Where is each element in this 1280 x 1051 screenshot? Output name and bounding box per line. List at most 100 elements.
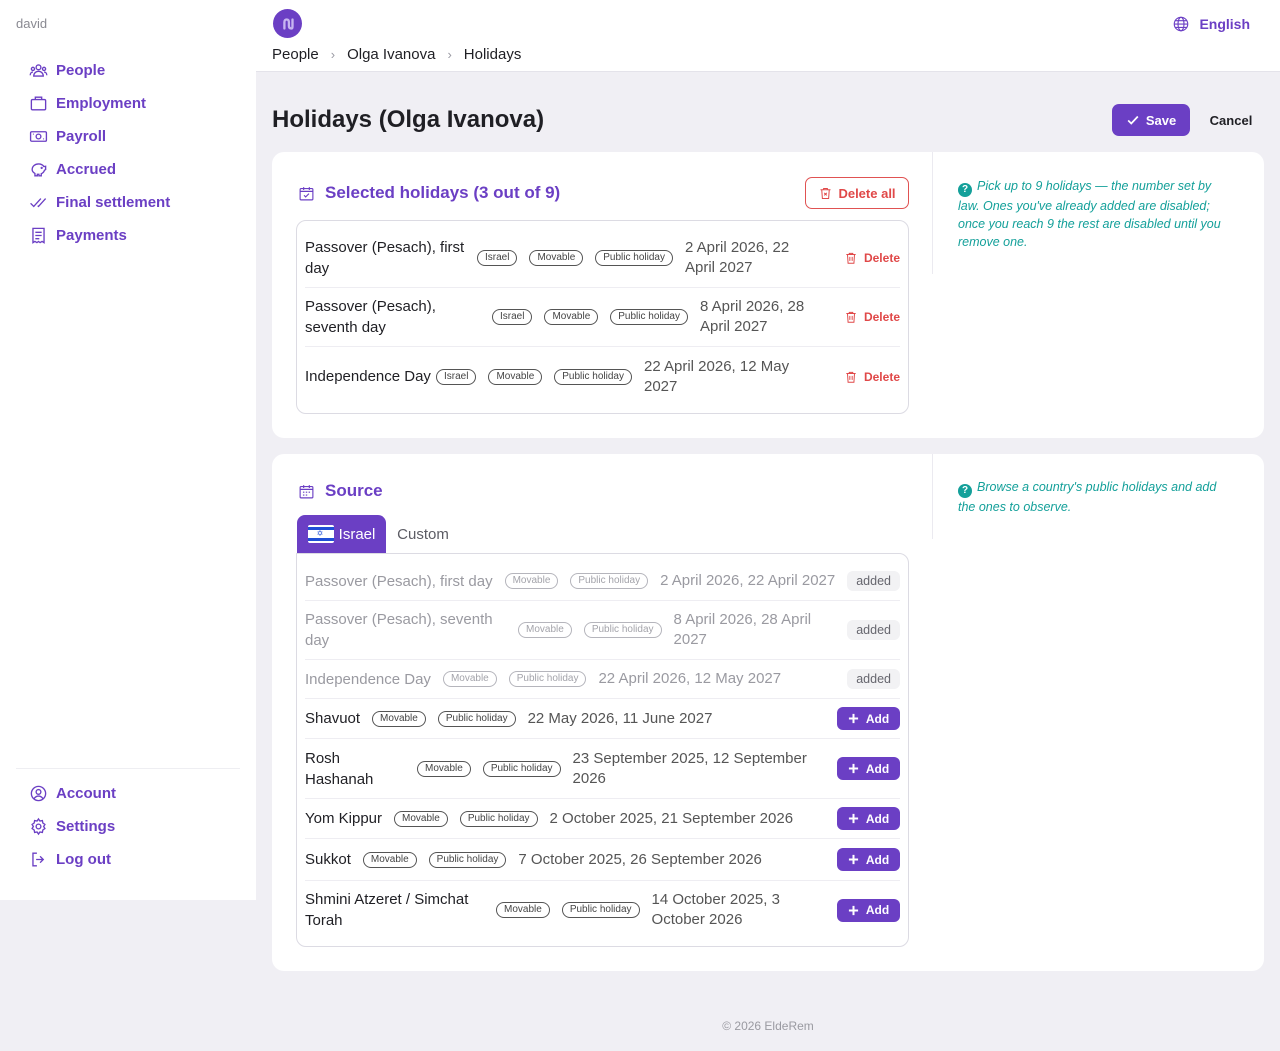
selected-holidays-card: Selected holidays (3 out of 9) Delete al… [272, 152, 1264, 438]
holiday-name: Passover (Pesach), seventh day [305, 611, 493, 649]
holiday-name: Independence Day [305, 670, 431, 688]
holiday-dates: 14 October 2025, 3 October 2026 [651, 891, 780, 928]
trash-icon [846, 252, 856, 264]
add-holiday-button[interactable]: Add [837, 807, 900, 830]
source-tabs: ✡ Israel Custom [297, 515, 460, 553]
selected-hint: ? Pick up to 9 holidays — the number set … [958, 177, 1236, 251]
plus-icon [848, 854, 858, 865]
delete-all-label: Delete all [838, 185, 896, 201]
row-actions: Add [837, 807, 900, 830]
nav-item-accrued[interactable]: Accrued [28, 153, 170, 186]
nav-label: Employment [56, 95, 147, 112]
nav-item-people[interactable]: People [28, 54, 170, 87]
add-holiday-button[interactable]: Add [837, 757, 900, 780]
user-name: david [16, 16, 48, 31]
breadcrumb-person[interactable]: Olga Ivanova [347, 46, 435, 63]
row-actions: Add [837, 757, 900, 780]
receipt-icon [28, 226, 48, 246]
row-actions: Add [837, 707, 900, 730]
source-holiday-row: Passover (Pesach), first day Movable Pub… [305, 562, 900, 601]
double-check-icon [28, 193, 48, 213]
tag-type: Movable [372, 710, 426, 727]
nav-item-payments[interactable]: Payments [28, 219, 170, 252]
holiday-dates: 8 April 2026, 28 April 2027 [673, 611, 812, 648]
holiday-dates: 23 September 2025, 12 September 2026 [572, 749, 807, 787]
tab-label: Israel [338, 525, 376, 543]
nav-label: Log out [56, 851, 111, 868]
holiday-name: Independence Day [305, 368, 431, 385]
plus-icon [848, 713, 858, 724]
cancel-button[interactable]: Cancel [1198, 104, 1264, 136]
row-actions: added [847, 620, 900, 640]
save-label: Save [1145, 112, 1177, 128]
holiday-dates: 22 April 2026, 12 May 2027 [643, 357, 790, 395]
delete-all-button[interactable]: Delete all [805, 177, 909, 209]
source-holiday-row: Shmini Atzeret / Simchat Torah Movable P… [305, 881, 900, 939]
tag-type: Movable [529, 250, 584, 266]
tab-israel[interactable]: ✡ Israel [297, 515, 386, 553]
source-holiday-row: Rosh Hashanah Movable Public holiday 23 … [305, 739, 900, 799]
nav-label: Account [56, 785, 116, 802]
holiday-tags: Movable Public holiday [504, 573, 661, 589]
nav-item-account[interactable]: Account [28, 777, 116, 810]
row-actions: Delete [844, 370, 900, 384]
add-holiday-button[interactable]: Add [837, 848, 900, 871]
add-holiday-button[interactable]: Add [837, 707, 900, 730]
add-label: Add [865, 903, 890, 917]
source-holiday-row: Shavuot Movable Public holiday 22 May 20… [305, 699, 900, 739]
tag-type: Movable [442, 671, 497, 687]
nav-item-settings[interactable]: Settings [28, 810, 116, 843]
source-holiday-row: Sukkot Movable Public holiday 7 October … [305, 839, 900, 881]
tag-category: Public holiday [482, 760, 561, 777]
sidebar: david People Employment Payroll Accrued … [0, 0, 256, 900]
selected-holiday-row: Passover (Pesach), seventh day Israel Mo… [305, 288, 900, 347]
tag-category: Public holiday [595, 250, 673, 266]
nav-item-final-settlement[interactable]: Final settlement [28, 186, 170, 219]
delete-label: Delete [863, 310, 900, 324]
selected-holidays-list: Passover (Pesach), first day Israel Mova… [296, 220, 909, 414]
chevron-right-icon: › [330, 47, 336, 62]
nav-label: People [56, 62, 106, 79]
delete-holiday-button[interactable]: Delete [844, 251, 900, 265]
app-logo[interactable] [273, 9, 302, 38]
holiday-name: Shavuot [305, 710, 361, 727]
row-actions: added [847, 669, 900, 689]
breadcrumb-people[interactable]: People [272, 46, 319, 63]
save-button[interactable]: Save [1112, 104, 1190, 136]
piggy-bank-icon [28, 160, 48, 180]
add-holiday-button[interactable]: Add [837, 898, 900, 922]
tag-type: Movable [544, 309, 599, 325]
nav-item-logout[interactable]: Log out [28, 843, 116, 876]
logout-icon [28, 850, 48, 870]
breadcrumb: People › Olga Ivanova › Holidays [272, 46, 521, 63]
nav-label: Final settlement [56, 194, 171, 211]
selected-hint-text: Pick up to 9 holidays — the number set b… [958, 179, 1221, 249]
holiday-tags: Movable Public holiday [496, 902, 652, 918]
tag-country: Israel [477, 250, 518, 266]
add-label: Add [865, 761, 890, 776]
added-badge: added [847, 571, 900, 591]
card-divider [932, 454, 933, 539]
delete-holiday-button[interactable]: Delete [844, 370, 900, 384]
holiday-name: Passover (Pesach), first day [305, 239, 465, 277]
added-badge: added [847, 669, 900, 689]
tab-custom[interactable]: Custom [386, 515, 460, 553]
holiday-name: Passover (Pesach), seventh day [305, 298, 436, 336]
people-icon [28, 61, 48, 81]
tag-category: Public holiday [508, 671, 587, 687]
holiday-name: Sukkot [305, 851, 351, 868]
card-divider [932, 152, 933, 274]
holiday-tags: Movable Public holiday [442, 671, 599, 687]
tag-category: Public holiday [459, 810, 538, 827]
add-label: Add [865, 711, 890, 726]
nav-item-payroll[interactable]: Payroll [28, 120, 170, 153]
gear-icon [28, 817, 48, 837]
row-actions: Delete [844, 251, 900, 265]
tag-category: Public holiday [610, 309, 688, 325]
check-icon [1127, 115, 1139, 125]
main-nav: People Employment Payroll Accrued Final … [28, 54, 170, 252]
delete-holiday-button[interactable]: Delete [844, 310, 900, 324]
nav-item-employment[interactable]: Employment [28, 87, 170, 120]
language-switcher[interactable]: English [1172, 15, 1250, 33]
holiday-dates: 2 April 2026, 22 April 2027 [660, 572, 836, 589]
